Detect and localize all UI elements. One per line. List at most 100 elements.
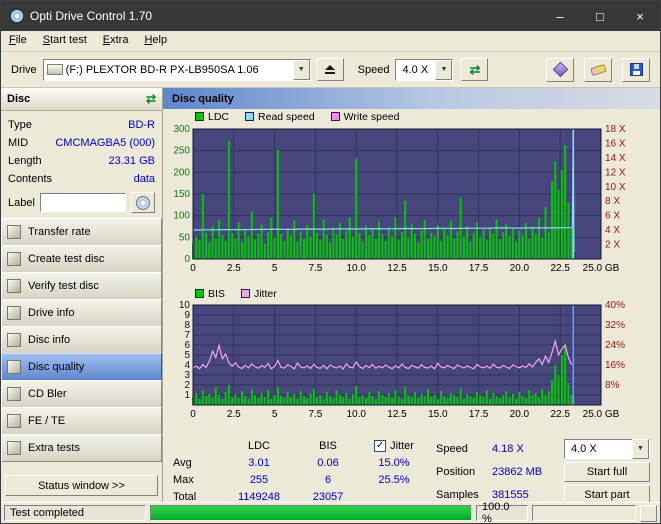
speed-stat-label: Speed xyxy=(436,442,468,455)
svg-text:12 X: 12 X xyxy=(605,167,626,178)
speed-select-stats[interactable]: 4.0 X ▼ xyxy=(564,438,650,459)
svg-text:32%: 32% xyxy=(605,320,625,331)
svg-text:8 X: 8 X xyxy=(605,196,620,207)
sidebar-item-fe-te[interactable]: FE / TE xyxy=(1,407,162,435)
svg-text:25.0 GB: 25.0 GB xyxy=(583,263,620,274)
status-bar: Test completed 100.0 % xyxy=(1,501,660,523)
legend-item-jitter: Jitter xyxy=(240,288,277,300)
svg-text:5: 5 xyxy=(272,263,278,274)
svg-text:18 X: 18 X xyxy=(605,124,626,135)
status-text: Test completed xyxy=(4,505,146,521)
svg-text:100: 100 xyxy=(173,211,190,222)
button-icon xyxy=(7,306,21,320)
statusbar-spacer xyxy=(532,505,636,521)
drive-icon xyxy=(46,64,63,75)
content-area: Disc ⇄ Type BD-R MID CMCMAGBA5 (000) Length 2… xyxy=(1,88,660,505)
sidebar-item-disc-quality[interactable]: Disc quality xyxy=(1,353,162,381)
svg-text:10.0: 10.0 xyxy=(346,409,366,420)
svg-text:50: 50 xyxy=(179,232,191,243)
svg-text:250: 250 xyxy=(173,146,190,157)
svg-text:150: 150 xyxy=(173,189,190,200)
total-bis-value: 23057 xyxy=(312,490,344,503)
close-button[interactable]: × xyxy=(620,1,660,31)
save-button[interactable] xyxy=(622,57,650,82)
stats-row-max-label: Max xyxy=(173,473,194,486)
stats-panel: LDC BIS ✓ Jitter Avg 3.01 0.06 15.0% Max… xyxy=(163,429,660,506)
svg-text:17.5: 17.5 xyxy=(469,263,489,274)
disc-info-row-mid: MID CMCMAGBA5 (000) xyxy=(8,137,155,149)
chart1-legend: LDC Read speed Write speed xyxy=(163,109,660,124)
jitter-checkbox[interactable]: ✓ xyxy=(374,439,387,452)
app-disc-icon xyxy=(10,9,24,23)
status-window-button[interactable]: Status window >> xyxy=(5,475,158,496)
svg-text:2 X: 2 X xyxy=(605,240,620,251)
position-stat-label: Position xyxy=(436,465,476,478)
chevron-down-icon[interactable]: ▼ xyxy=(292,59,310,80)
speed-select[interactable]: 4.0 X ▼ xyxy=(395,58,454,81)
disc-refresh-icon[interactable]: ⇄ xyxy=(146,93,156,105)
chevron-down-icon[interactable]: ▼ xyxy=(632,438,649,459)
button-icon xyxy=(7,252,21,266)
eject-button[interactable] xyxy=(316,58,344,81)
disc-panel-header: Disc ⇄ xyxy=(1,88,162,111)
disc-info-row-type: Type BD-R xyxy=(8,119,155,131)
eraser-tool-button[interactable] xyxy=(584,57,612,82)
page-title: Disc quality xyxy=(163,88,660,109)
menu-extra[interactable]: Extra xyxy=(95,31,137,51)
menu-file[interactable]: File xyxy=(1,31,35,51)
sidebar-item-cd-bler[interactable]: CD Bler xyxy=(1,380,162,408)
svg-text:20.0: 20.0 xyxy=(510,409,530,420)
sidebar-buttons: Transfer rate Create test disc Verify test… xyxy=(1,218,162,462)
max-jitter-value: 25.5% xyxy=(378,473,410,486)
jitter-checkbox-label: Jitter xyxy=(390,439,414,452)
button-icon xyxy=(7,441,21,455)
start-full-button[interactable]: Start full xyxy=(564,461,650,482)
samples-stat-label: Samples xyxy=(436,488,479,501)
minimize-button[interactable]: – xyxy=(540,1,580,31)
svg-text:16%: 16% xyxy=(605,360,625,371)
refresh-icon: ⇄ xyxy=(469,62,481,77)
label-field-label: Label xyxy=(8,196,35,209)
maximize-button[interactable]: □ xyxy=(580,1,620,31)
disc-label-button[interactable] xyxy=(131,192,155,213)
svg-text:7.5: 7.5 xyxy=(308,263,322,274)
window-title: Opti Drive Control 1.70 xyxy=(30,9,153,23)
diamond-tool-button[interactable] xyxy=(546,57,574,82)
total-ldc-value: 1149248 xyxy=(237,490,280,503)
menu-start-test[interactable]: Start test xyxy=(35,31,95,51)
svg-text:24%: 24% xyxy=(605,340,625,351)
legend-item-read-speed: Read speed xyxy=(245,111,315,123)
sidebar-item-create-test-disc[interactable]: Create test disc xyxy=(1,245,162,273)
sidebar-item-extra-tests[interactable]: Extra tests xyxy=(1,434,162,462)
menu-help[interactable]: Help xyxy=(136,31,175,51)
chart2-legend: BIS Jitter xyxy=(163,286,660,301)
svg-text:40%: 40% xyxy=(605,301,625,311)
refresh-button[interactable]: ⇄ xyxy=(461,58,489,81)
statusbar-button[interactable] xyxy=(640,504,657,522)
svg-text:4 X: 4 X xyxy=(605,225,620,236)
stats-col-ldc: LDC xyxy=(247,439,270,452)
label-input[interactable] xyxy=(39,193,126,212)
cd-icon xyxy=(136,195,150,210)
sidebar-item-disc-info[interactable]: Disc info xyxy=(1,326,162,354)
chevron-down-icon[interactable]: ▼ xyxy=(435,59,453,80)
disc-panel-title: Disc xyxy=(7,93,31,105)
sidebar-item-drive-info[interactable]: Drive info xyxy=(1,299,162,327)
svg-text:10.0: 10.0 xyxy=(346,263,366,274)
sidebar-item-transfer-rate[interactable]: Transfer rate xyxy=(1,218,162,246)
svg-text:12.5: 12.5 xyxy=(387,409,407,420)
main-panel: Disc quality LDC Read speed Write speed 30… xyxy=(163,88,660,505)
svg-text:10 X: 10 X xyxy=(605,182,626,193)
save-icon xyxy=(629,63,643,76)
drive-label: Drive xyxy=(11,63,37,76)
drive-select[interactable]: (F:) PLEXTOR BD-R PX-LB950SA 1.06 ▼ xyxy=(42,58,311,81)
sidebar-item-verify-test-disc[interactable]: Verify test disc xyxy=(1,272,162,300)
stats-row-total-label: Total xyxy=(173,490,197,503)
svg-text:2.5: 2.5 xyxy=(227,409,241,420)
drive-select-value: (F:) PLEXTOR BD-R PX-LB950SA 1.06 xyxy=(65,63,259,76)
legend-swatch xyxy=(195,112,204,121)
speed-stat-value: 4.18 X xyxy=(492,442,524,455)
disc-info: Type BD-R MID CMCMAGBA5 (000) Length 23.31 GB… xyxy=(1,111,162,189)
svg-text:2.5: 2.5 xyxy=(227,263,241,274)
svg-text:12.5: 12.5 xyxy=(387,263,407,274)
